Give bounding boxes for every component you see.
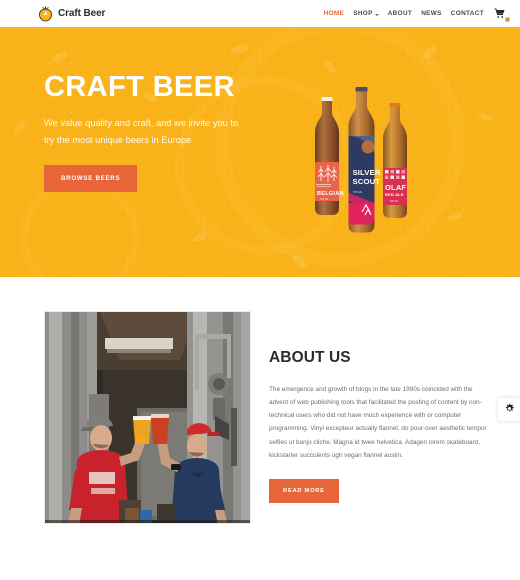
brand-name: Craft Beer (58, 8, 106, 19)
gear-icon (504, 401, 515, 419)
nav-item-contact[interactable]: CONTACT (451, 10, 484, 17)
svg-text:375 ML: 375 ML (353, 190, 363, 194)
nav-item-about[interactable]: ABOUT (388, 10, 412, 17)
svg-text:BELGIAN: BELGIAN (317, 191, 344, 197)
hero-title: CRAFT BEER (44, 71, 235, 103)
about-section: ABOUT US The emergence and growth of blo… (0, 277, 520, 524)
brand-logo-link[interactable]: Craft Beer (38, 5, 105, 22)
nav-item-contact-label: CONTACT (450, 10, 484, 17)
hero-section: CRAFT BEER We value quality and craft, a… (0, 27, 520, 277)
svg-text:SILVER: SILVER (353, 168, 381, 177)
about-paragraph: The emergence and growth of blogs in the… (269, 386, 487, 459)
cart-badge: 0 (505, 16, 510, 22)
nav-item-home[interactable]: HOME (324, 10, 345, 17)
nav-item-news-label: NEWS (421, 10, 442, 17)
svg-text:SCOUT: SCOUT (353, 177, 381, 186)
nav-item-home-label: HOME (323, 10, 345, 17)
chevron-down-icon (374, 13, 379, 16)
beer-bottles-image: BELGIAN 375 ML OLAF RED ALE 500 ML SILVE… (315, 87, 407, 233)
nav-item-about-label: ABOUT (387, 10, 413, 17)
svg-text:500 ML: 500 ML (390, 200, 399, 203)
cart-button[interactable]: 0 (494, 7, 510, 22)
hero-subtitle: We value quality and craft, and we invit… (44, 118, 239, 146)
about-title: ABOUT US (269, 349, 351, 366)
browse-beers-button[interactable]: BROWSE BEERS (44, 165, 138, 193)
svg-text:RED ALE: RED ALE (385, 192, 404, 197)
svg-text:375 ML: 375 ML (320, 198, 329, 201)
nav-item-news[interactable]: NEWS (421, 10, 442, 17)
nav-item-shop-label: SHOP (353, 10, 373, 17)
hero-content: CRAFT BEER We value quality and craft, a… (0, 27, 520, 193)
site-header: Craft Beer HOME SHOP ABOUT NEWS CONTACT (0, 0, 520, 27)
read-more-button[interactable]: READ MORE (269, 478, 339, 503)
nav-item-shop[interactable]: SHOP (353, 10, 379, 17)
brewery-photo (44, 311, 251, 524)
hop-cone-icon (38, 5, 53, 22)
main-navigation: HOME SHOP ABOUT NEWS CONTACT 0 (324, 7, 510, 22)
settings-widget-button[interactable] (498, 398, 520, 421)
about-content: ABOUT US The emergence and growth of blo… (269, 311, 490, 524)
svg-text:OLAF: OLAF (385, 183, 406, 192)
